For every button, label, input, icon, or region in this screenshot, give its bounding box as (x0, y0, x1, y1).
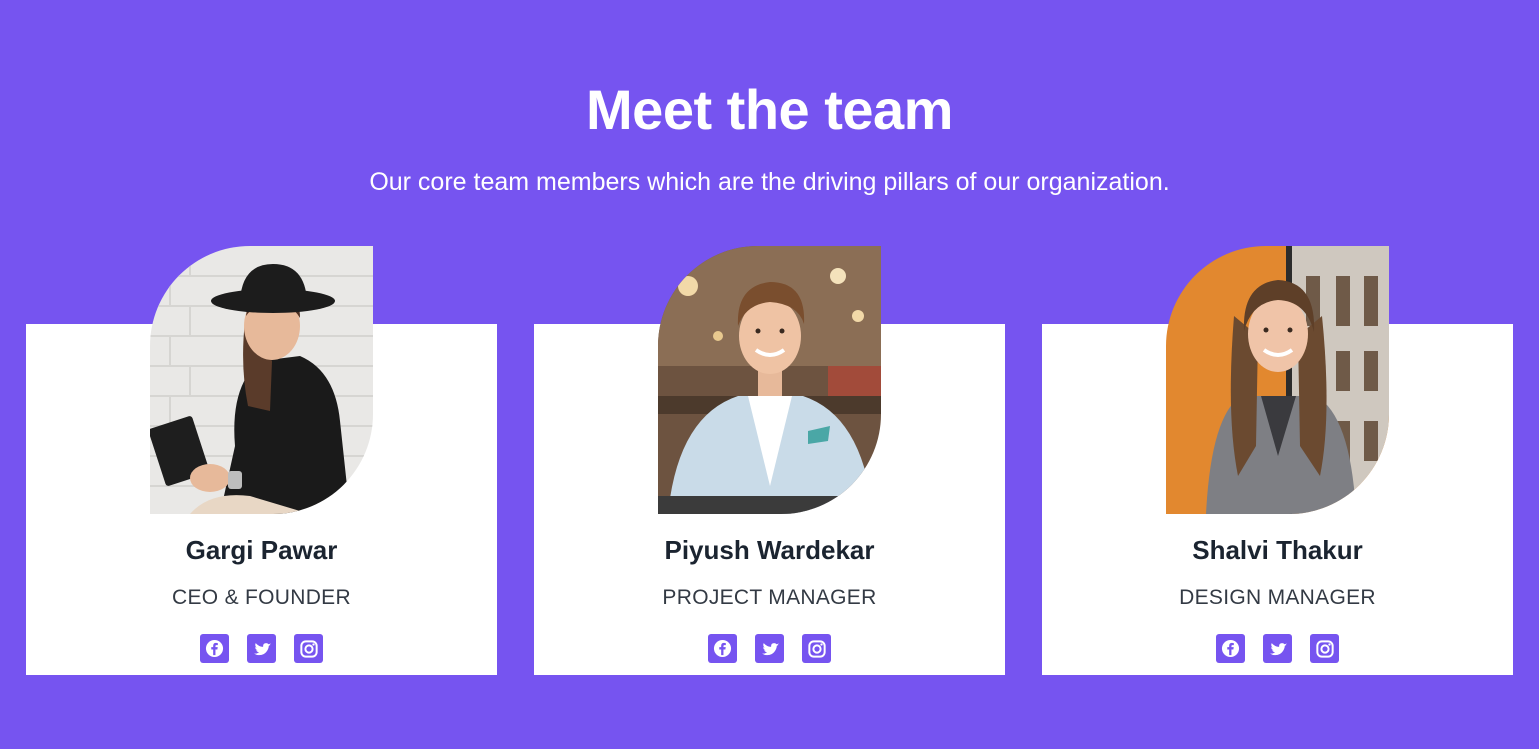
section-subtitle: Our core team members which are the driv… (369, 168, 1170, 196)
team-card: Gargi Pawar CEO & FOUNDER (26, 246, 497, 675)
twitter-button[interactable] (1263, 634, 1292, 663)
instagram-button[interactable] (802, 634, 831, 663)
twitter-button[interactable] (755, 634, 784, 663)
member-role: PROJECT MANAGER (662, 586, 877, 609)
twitter-icon (761, 642, 779, 655)
facebook-icon (1221, 639, 1240, 658)
team-card: Shalvi Thakur DESIGN MANAGER (1042, 246, 1513, 675)
instagram-button[interactable] (1310, 634, 1339, 663)
member-photo[interactable] (150, 246, 373, 514)
member-photo-illustration (1166, 246, 1389, 514)
facebook-icon (713, 639, 732, 658)
member-photo-illustration (658, 246, 881, 514)
social-links (26, 634, 497, 663)
facebook-icon (205, 639, 224, 658)
member-name: Piyush Wardekar (664, 535, 875, 565)
member-photo[interactable] (1166, 246, 1389, 514)
team-card: Piyush Wardekar PROJECT MANAGER (534, 246, 1005, 675)
facebook-button[interactable] (200, 634, 229, 663)
instagram-button[interactable] (294, 634, 323, 663)
member-name: Shalvi Thakur (1192, 535, 1363, 565)
facebook-button[interactable] (708, 634, 737, 663)
member-role: CEO & FOUNDER (172, 586, 351, 609)
twitter-button[interactable] (247, 634, 276, 663)
facebook-button[interactable] (1216, 634, 1245, 663)
member-photo-illustration (150, 246, 373, 514)
member-name: Gargi Pawar (185, 535, 338, 565)
twitter-icon (1269, 642, 1287, 655)
section-title: Meet the team (586, 78, 953, 141)
member-photo[interactable] (658, 246, 881, 514)
social-links (1042, 634, 1513, 663)
instagram-icon (299, 639, 318, 658)
member-role: DESIGN MANAGER (1179, 586, 1376, 609)
social-links (534, 634, 1005, 663)
twitter-icon (253, 642, 271, 655)
instagram-icon (807, 639, 826, 658)
instagram-icon (1315, 639, 1334, 658)
